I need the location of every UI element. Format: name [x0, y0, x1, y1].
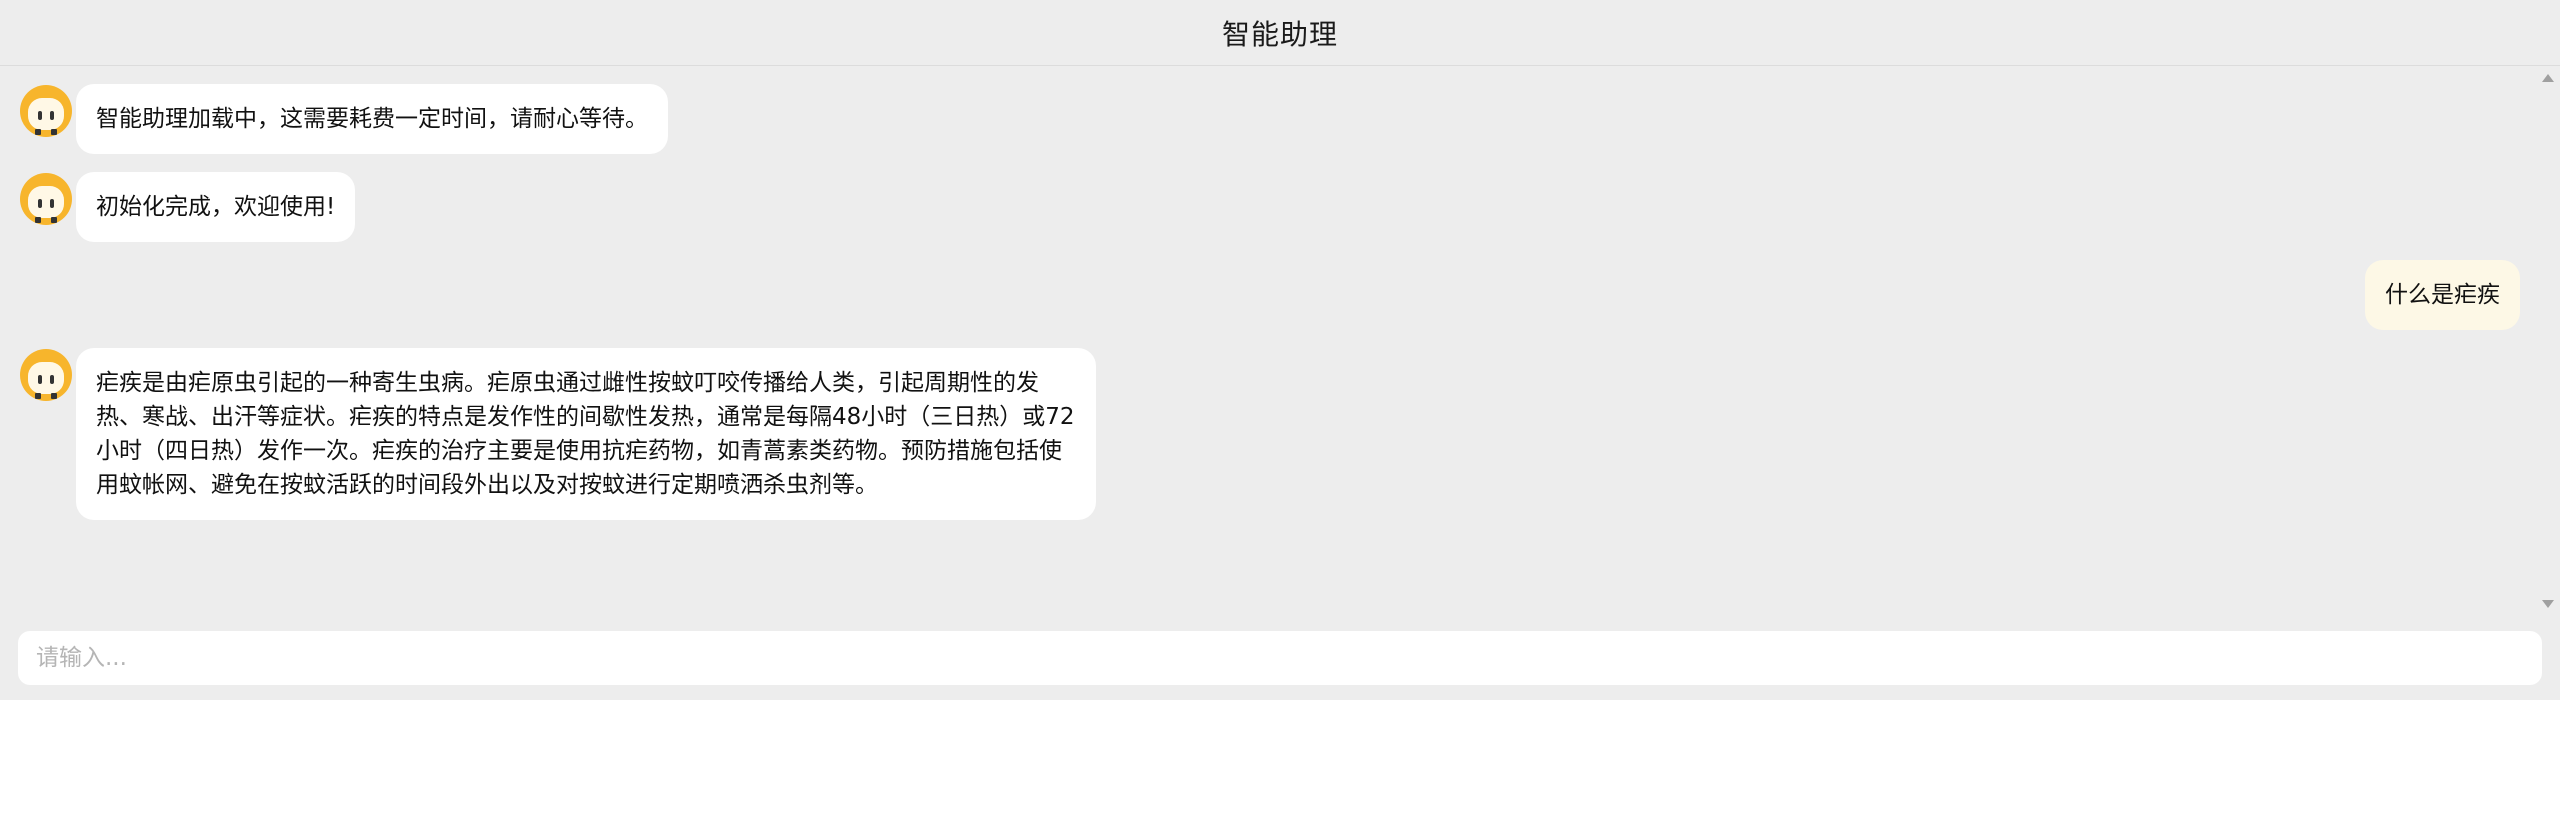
page-title: 智能助理 — [1221, 17, 1338, 51]
scroll-down-arrow[interactable] — [2542, 600, 2554, 608]
assistant-message: 疟疾是由疟原虫引起的一种寄生虫病。疟原虫通过雌性按蚊叮咬传播给人类，引起周期性的… — [18, 348, 1096, 520]
assistant-avatar-icon — [18, 348, 74, 404]
assistant-message: 初始化完成，欢迎使用! — [18, 172, 356, 242]
assistant-message-bubble: 疟疾是由疟原虫引起的一种寄生虫病。疟原虫通过雌性按蚊叮咬传播给人类，引起周期性的… — [76, 348, 1096, 520]
assistant-message-bubble: 智能助理加载中，这需要耗费一定时间，请耐心等待。 — [76, 84, 668, 154]
assistant-message-bubble: 初始化完成，欢迎使用! — [76, 172, 356, 242]
user-message: 什么是疟疾 — [2365, 260, 2520, 330]
scroll-up-arrow[interactable] — [2542, 74, 2554, 82]
chat-scrollbar[interactable] — [2536, 66, 2560, 616]
assistant-avatar-icon — [18, 84, 74, 140]
assistant-message: 智能助理加载中，这需要耗费一定时间，请耐心等待。 — [18, 84, 668, 154]
header: 智能助理 — [0, 0, 2560, 66]
input-bar — [0, 616, 2560, 700]
message-input[interactable] — [18, 631, 2542, 685]
message-list[interactable]: 智能助理加载中，这需要耗费一定时间，请耐心等待。 初始化完成，欢迎使用! 什么是… — [0, 66, 2560, 616]
user-message-bubble: 什么是疟疾 — [2365, 260, 2520, 330]
chat-app: 智能助理 智能助理加载中，这需要耗费一定时间，请耐心等待。 初始化完成，欢迎使用… — [0, 0, 2560, 700]
assistant-avatar-icon — [18, 172, 74, 228]
